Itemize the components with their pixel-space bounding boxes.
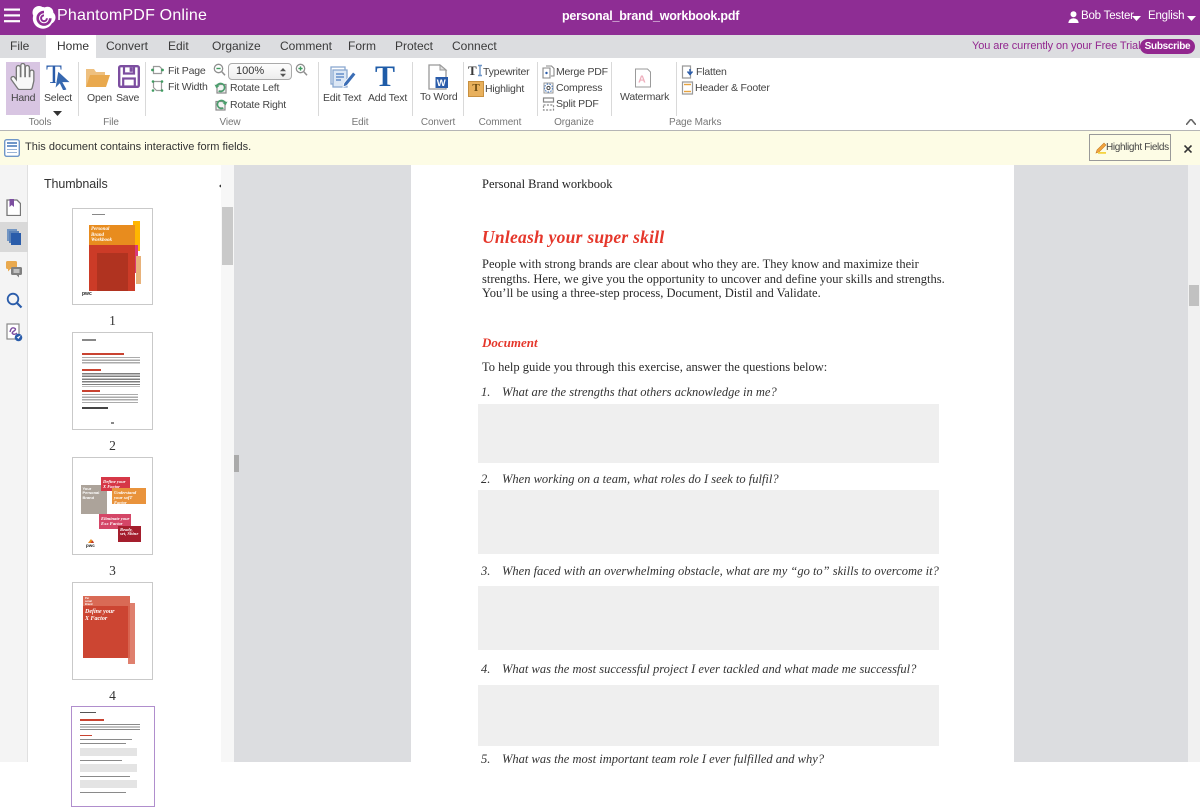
svg-text:T: T (468, 64, 477, 77)
svg-text:W: W (437, 78, 446, 89)
svg-text:A: A (638, 74, 646, 86)
